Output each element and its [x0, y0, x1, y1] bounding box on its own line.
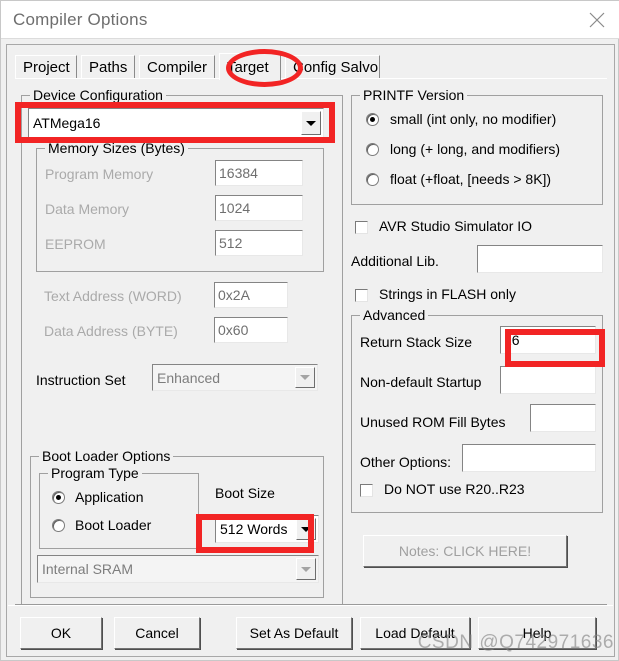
radio-boot-loader[interactable]: [52, 519, 65, 532]
do-not-use-r20-r23-label: Do NOT use R20..R23: [384, 481, 525, 497]
tab-strip: Project Paths Compiler Target Config Sal…: [15, 53, 607, 80]
checkbox-do-not-use-r20-r23[interactable]: [360, 484, 373, 497]
additional-lib-input[interactable]: [477, 245, 603, 273]
tab-compiler[interactable]: Compiler: [139, 55, 215, 78]
compiler-options-window: Compiler Options Project Paths Compiler …: [0, 0, 619, 661]
printf-version-group: PRINTF Version small (int only, no modif…: [351, 87, 603, 205]
unused-rom-fill-label: Unused ROM Fill Bytes: [360, 414, 506, 430]
program-type-label: Program Type: [48, 465, 142, 481]
tab-paths[interactable]: Paths: [81, 55, 135, 78]
device-configuration-group: Device Configuration ATMega16 Memory Siz…: [21, 87, 343, 607]
device-configuration-label: Device Configuration: [30, 87, 166, 103]
memory-type-value: Internal SRAM: [42, 561, 134, 577]
eeprom-input[interactable]: 512: [215, 230, 303, 256]
memory-type-combo[interactable]: Internal SRAM: [37, 555, 319, 583]
instruction-set-value: Enhanced: [157, 369, 221, 386]
strings-in-flash-label: Strings in FLASH only: [379, 286, 516, 302]
cancel-button[interactable]: Cancel: [114, 617, 200, 649]
watermark: CSDN @Q742971636: [417, 632, 614, 653]
tab-project[interactable]: Project: [15, 55, 77, 78]
radio-printf-long[interactable]: [366, 143, 379, 156]
chevron-down-icon[interactable]: [301, 111, 321, 135]
ok-button[interactable]: OK: [20, 617, 102, 649]
boot-loader-options-group: Boot Loader Options Program Type Applica…: [30, 448, 324, 598]
text-address-label: Text Address (WORD): [44, 288, 182, 304]
radio-printf-float[interactable]: [366, 173, 379, 186]
radio-boot-loader-label: Boot Loader: [75, 517, 152, 533]
data-address-input[interactable]: 0x60: [214, 317, 288, 343]
chevron-down-icon[interactable]: [295, 367, 315, 388]
close-icon[interactable]: [574, 1, 619, 38]
data-address-label: Data Address (BYTE): [44, 323, 178, 339]
non-default-startup-input[interactable]: [500, 366, 596, 394]
radio-printf-small-label: small (int only, no modifier): [390, 111, 557, 127]
instruction-set-label: Instruction Set: [36, 372, 126, 388]
program-memory-label: Program Memory: [45, 166, 154, 182]
dialog-body: Project Paths Compiler Target Config Sal…: [6, 44, 615, 657]
program-memory-input[interactable]: 16384: [215, 160, 303, 186]
set-as-default-button[interactable]: Set As Default: [236, 617, 352, 649]
radio-printf-long-label: long (+ long, and modifiers): [390, 141, 561, 157]
non-default-startup-label: Non-default Startup: [360, 374, 482, 390]
radio-printf-small[interactable]: [366, 113, 379, 126]
eeprom-label: EEPROM: [45, 236, 106, 252]
window-title: Compiler Options: [13, 10, 148, 29]
avr-simulator-io-label: AVR Studio Simulator IO: [379, 218, 533, 234]
radio-application-label: Application: [75, 489, 144, 505]
boot-loader-options-label: Boot Loader Options: [39, 448, 174, 464]
data-memory-label: Data Memory: [45, 201, 130, 217]
other-options-input[interactable]: [462, 444, 596, 472]
device-combo[interactable]: ATMega16: [28, 108, 324, 138]
printf-version-label: PRINTF Version: [360, 87, 468, 103]
tab-underline: [15, 78, 607, 79]
notes-button[interactable]: Notes: CLICK HERE!: [363, 535, 567, 567]
return-stack-size-input[interactable]: 16: [500, 326, 596, 354]
title-bar: Compiler Options: [1, 1, 619, 39]
additional-lib-label: Additional Lib.: [351, 253, 439, 269]
boot-size-value: 512 Words: [220, 521, 288, 537]
device-combo-value: ATMega16: [33, 115, 101, 131]
unused-rom-fill-input[interactable]: [530, 404, 596, 432]
left-panel: Device Configuration ATMega16 Memory Siz…: [21, 87, 343, 607]
right-panel: PRINTF Version small (int only, no modif…: [351, 87, 607, 607]
return-stack-size-label: Return Stack Size: [360, 334, 473, 350]
radio-application[interactable]: [52, 491, 65, 504]
tab-config-salvo[interactable]: Config Salvo: [285, 55, 380, 78]
radio-printf-float-label: float (+float, [needs > 8K]): [390, 171, 552, 187]
data-memory-input[interactable]: 1024: [215, 195, 303, 221]
chevron-down-icon[interactable]: [296, 518, 316, 540]
tab-target[interactable]: Target: [219, 53, 281, 80]
boot-size-combo[interactable]: 512 Words: [215, 515, 319, 543]
instruction-set-combo[interactable]: Enhanced: [152, 364, 318, 391]
checkbox-avr-simulator-io[interactable]: [355, 221, 368, 234]
advanced-label: Advanced: [360, 307, 429, 323]
other-options-label: Other Options:: [360, 454, 452, 470]
program-type-group: Program Type Application Boot Loader: [39, 465, 199, 549]
chevron-down-icon[interactable]: [296, 558, 316, 580]
boot-size-label: Boot Size: [215, 485, 275, 501]
text-address-input[interactable]: 0x2A: [214, 282, 288, 308]
checkbox-strings-in-flash[interactable]: [355, 289, 368, 302]
memory-sizes-label: Memory Sizes (Bytes): [45, 140, 188, 156]
memory-sizes-group: Memory Sizes (Bytes) Program Memory 1638…: [36, 140, 324, 272]
advanced-group: Advanced Return Stack Size 16 Non-defaul…: [351, 307, 603, 513]
